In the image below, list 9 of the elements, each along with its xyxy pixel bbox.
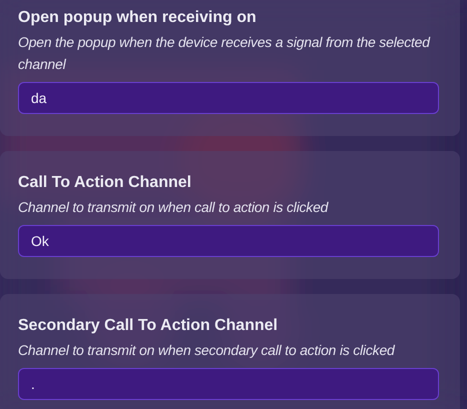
setting-title: Secondary Call To Action Channel bbox=[18, 316, 279, 336]
channel-input[interactable]: Ok bbox=[18, 225, 439, 257]
setting-description: Channel to transmit on when call to action is clicked bbox=[18, 198, 330, 217]
setting-description: Open the popup when the device receives a signal from the selected channel bbox=[18, 33, 432, 74]
channel-input[interactable]: da bbox=[18, 82, 439, 114]
setting-description: Channel to transmit on when secondary call to action is clicked bbox=[18, 341, 396, 360]
channel-input[interactable]: . bbox=[18, 368, 439, 400]
setting-title: Open popup when receiving on bbox=[18, 8, 258, 28]
setting-title: Call To Action Channel bbox=[18, 173, 192, 193]
